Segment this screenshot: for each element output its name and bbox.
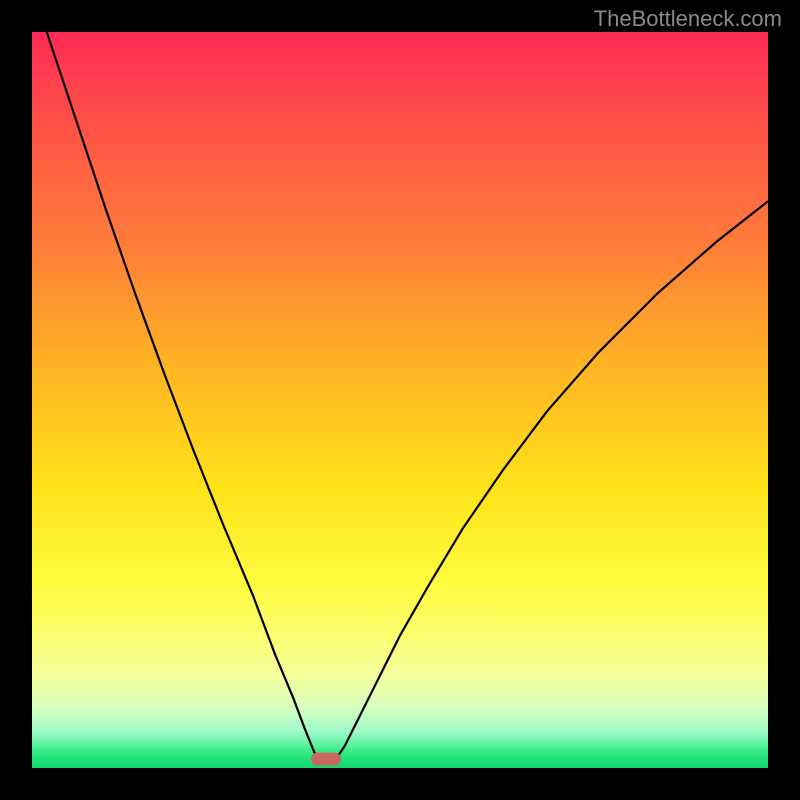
curve-left [47, 32, 319, 762]
watermark-text: TheBottleneck.com [594, 6, 782, 32]
plot-area [32, 32, 768, 768]
min-marker [311, 753, 341, 766]
curve-svg [32, 32, 768, 768]
curve-right [334, 201, 768, 762]
